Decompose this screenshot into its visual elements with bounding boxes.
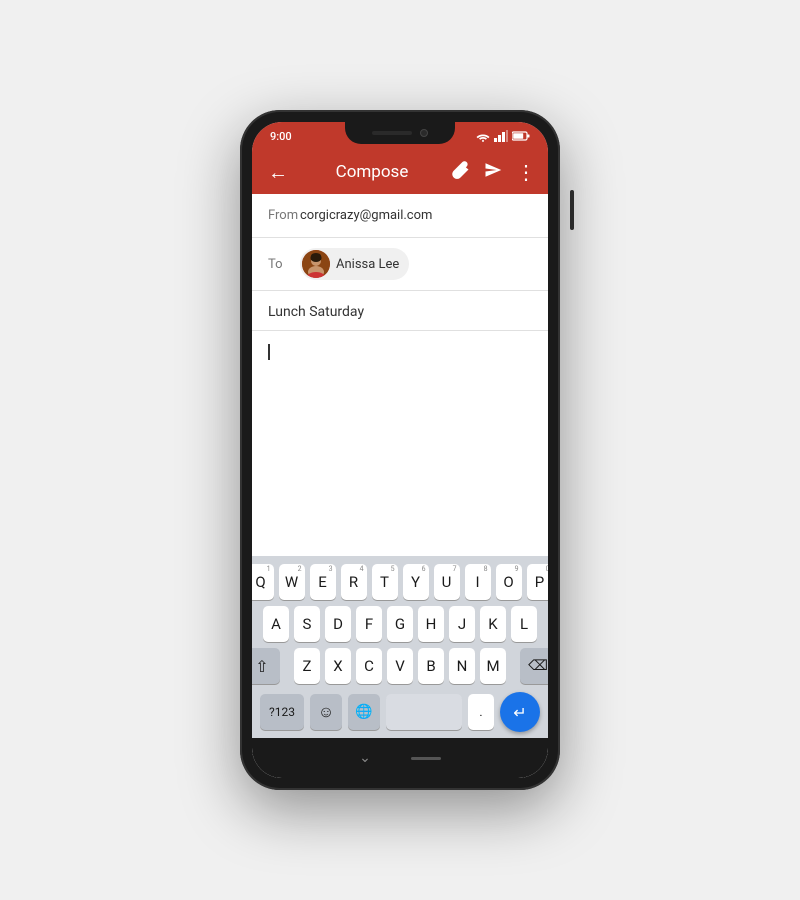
key-emoji[interactable]: ☺ bbox=[310, 694, 342, 730]
send-svg bbox=[484, 161, 502, 179]
attachment-icon[interactable] bbox=[452, 160, 470, 184]
key-numbers-sym[interactable]: ?123 bbox=[260, 694, 304, 730]
app-bar-actions: ⋮ bbox=[452, 160, 536, 184]
key-s[interactable]: S bbox=[294, 606, 320, 642]
paperclip-svg bbox=[452, 160, 470, 180]
status-time: 9:00 bbox=[270, 130, 292, 143]
key-r[interactable]: R4 bbox=[341, 564, 367, 600]
key-k[interactable]: K bbox=[480, 606, 506, 642]
app-bar-title: Compose bbox=[304, 162, 440, 182]
key-a[interactable]: A bbox=[263, 606, 289, 642]
key-e[interactable]: E3 bbox=[310, 564, 336, 600]
key-x[interactable]: X bbox=[325, 648, 351, 684]
key-period[interactable]: . bbox=[468, 694, 494, 730]
send-button[interactable] bbox=[484, 161, 502, 183]
phone-frame: 9:00 bbox=[240, 110, 560, 790]
signal-icon bbox=[494, 130, 508, 142]
key-shift[interactable]: ⇧ bbox=[252, 648, 280, 684]
key-f[interactable]: F bbox=[356, 606, 382, 642]
key-l[interactable]: L bbox=[511, 606, 537, 642]
app-bar: ← Compose ⋮ bbox=[252, 150, 548, 194]
recipient-name: Anissa Lee bbox=[336, 257, 399, 272]
recipient-chip[interactable]: Anissa Lee bbox=[300, 248, 409, 280]
key-q[interactable]: Q1 bbox=[252, 564, 274, 600]
text-cursor bbox=[268, 344, 270, 360]
avatar-image bbox=[302, 250, 330, 278]
key-g[interactable]: G bbox=[387, 606, 413, 642]
keyboard-row-1: Q1 W2 E3 R4 T5 Y6 U7 I8 O9 P0 bbox=[256, 564, 544, 600]
key-t[interactable]: T5 bbox=[372, 564, 398, 600]
to-label: To bbox=[268, 257, 300, 272]
keyboard: Q1 W2 E3 R4 T5 Y6 U7 I8 O9 P0 A S D bbox=[252, 556, 548, 738]
camera bbox=[420, 129, 428, 137]
key-u[interactable]: U7 bbox=[434, 564, 460, 600]
nav-home[interactable] bbox=[411, 757, 441, 760]
key-z[interactable]: Z bbox=[294, 648, 320, 684]
compose-area: From corgicrazy@gmail.com To bbox=[252, 194, 548, 738]
from-row: From corgicrazy@gmail.com bbox=[252, 194, 548, 238]
key-d[interactable]: D bbox=[325, 606, 351, 642]
key-i[interactable]: I8 bbox=[465, 564, 491, 600]
to-row[interactable]: To Anissa Lee bbox=[252, 238, 548, 291]
key-space[interactable] bbox=[386, 694, 462, 730]
bottom-nav: ⌄ bbox=[252, 738, 548, 778]
from-email: corgicrazy@gmail.com bbox=[300, 208, 532, 223]
key-j[interactable]: J bbox=[449, 606, 475, 642]
subject-row[interactable]: Lunch Saturday bbox=[252, 291, 548, 331]
speaker bbox=[372, 131, 412, 135]
back-button[interactable]: ← bbox=[264, 156, 292, 189]
key-backspace[interactable]: ⌫ bbox=[520, 648, 548, 684]
keyboard-row-3: ⇧ Z X C V B N M ⌫ bbox=[256, 648, 544, 684]
key-globe[interactable]: 🌐 bbox=[348, 694, 380, 730]
body-area[interactable] bbox=[252, 331, 548, 556]
nav-chevron[interactable]: ⌄ bbox=[359, 750, 371, 766]
key-c[interactable]: C bbox=[356, 648, 382, 684]
key-enter[interactable]: ↵ bbox=[500, 692, 540, 732]
key-h[interactable]: H bbox=[418, 606, 444, 642]
keyboard-row-2: A S D F G H J K L bbox=[256, 606, 544, 642]
key-p[interactable]: P0 bbox=[527, 564, 549, 600]
notch bbox=[345, 122, 455, 144]
from-label: From bbox=[268, 208, 300, 223]
key-v[interactable]: V bbox=[387, 648, 413, 684]
phone-screen: 9:00 bbox=[252, 122, 548, 778]
key-o[interactable]: O9 bbox=[496, 564, 522, 600]
wifi-icon bbox=[476, 130, 490, 142]
status-icons bbox=[476, 130, 530, 142]
key-w[interactable]: W2 bbox=[279, 564, 305, 600]
status-bar: 9:00 bbox=[252, 122, 548, 150]
volume-button bbox=[570, 190, 574, 230]
battery-icon bbox=[512, 131, 530, 141]
keyboard-bottom-row: ?123 ☺ 🌐 . ↵ bbox=[256, 690, 544, 734]
subject-field[interactable]: Lunch Saturday bbox=[268, 304, 364, 320]
more-options-button[interactable]: ⋮ bbox=[516, 160, 536, 184]
key-m[interactable]: M bbox=[480, 648, 506, 684]
key-b[interactable]: B bbox=[418, 648, 444, 684]
recipient-avatar bbox=[302, 250, 330, 278]
key-y[interactable]: Y6 bbox=[403, 564, 429, 600]
key-n[interactable]: N bbox=[449, 648, 475, 684]
